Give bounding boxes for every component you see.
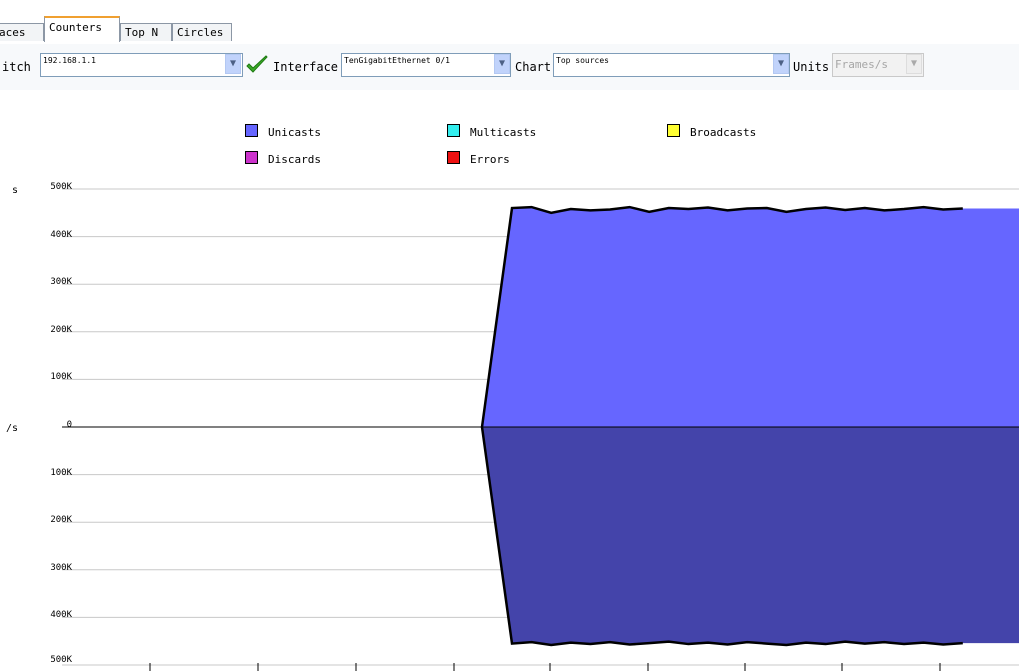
y-tick-label: 500K: [50, 655, 72, 665]
y-tick-label: 100K: [50, 372, 72, 383]
y-tick-label: 200K: [50, 515, 72, 526]
traffic-chart: [62, 188, 1019, 671]
y-tick-label: 400K: [50, 610, 72, 621]
unicasts-in-area: [482, 207, 1019, 427]
y-axis-label-top: s: [12, 185, 19, 196]
y-tick-label: 200K: [50, 324, 72, 335]
y-tick-label: 100K: [50, 467, 72, 478]
y-tick-label: 300K: [50, 277, 72, 288]
y-axis-label-mid: /s: [6, 423, 19, 434]
y-tick-label-zero: 0: [66, 420, 72, 430]
y-tick-label: 500K: [50, 182, 72, 192]
unicasts-out-area: [482, 427, 1019, 646]
y-tick-label: 300K: [50, 562, 72, 573]
y-tick-label: 400K: [50, 229, 72, 240]
